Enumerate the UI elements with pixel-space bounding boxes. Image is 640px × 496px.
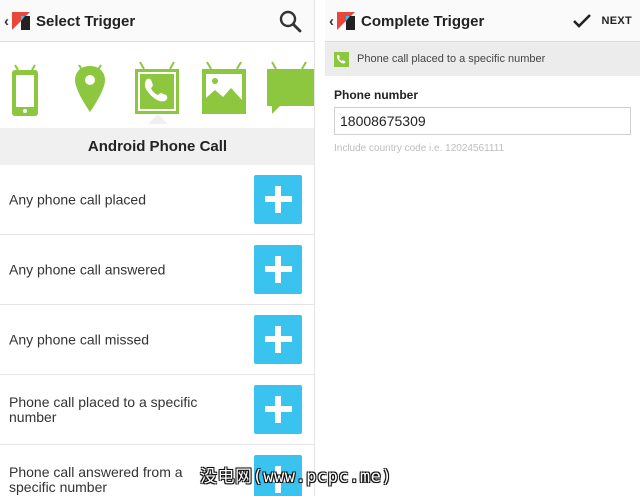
trigger-label: Phone call placed to a specific number bbox=[9, 393, 198, 425]
phone-device-icon[interactable] bbox=[10, 60, 40, 116]
trigger-label: Any phone call placed bbox=[9, 191, 146, 207]
back-chevron-icon: ‹ bbox=[329, 12, 334, 30]
trigger-row[interactable]: Any phone call placed bbox=[0, 165, 314, 235]
page-title: Complete Trigger bbox=[361, 12, 485, 30]
phone-number-input[interactable] bbox=[334, 107, 631, 135]
back-button[interactable]: ‹ Complete Trigger bbox=[329, 0, 484, 42]
channel-title: Android Phone Call bbox=[87, 138, 228, 155]
complete-trigger-panel: ‹ Complete Trigger NEXT Phone call place… bbox=[325, 0, 640, 496]
back-button[interactable]: ‹ Select Trigger bbox=[4, 0, 135, 42]
app-logo-icon bbox=[337, 12, 355, 30]
trigger-row[interactable]: Phone call placed to a specific number bbox=[0, 375, 314, 445]
next-button[interactable]: NEXT bbox=[573, 0, 632, 42]
phone-call-icon[interactable] bbox=[134, 60, 180, 116]
add-trigger-button[interactable] bbox=[254, 175, 302, 224]
selected-trigger-label: Phone call placed to a specific number bbox=[357, 53, 546, 65]
select-trigger-panel: ‹ Select Trigger Android Phone Call Any … bbox=[0, 0, 315, 496]
location-pin-icon[interactable] bbox=[73, 60, 107, 116]
photo-icon[interactable] bbox=[201, 60, 247, 116]
add-trigger-button[interactable] bbox=[254, 245, 302, 294]
search-icon[interactable] bbox=[278, 9, 302, 33]
panel-gutter bbox=[315, 0, 325, 496]
trigger-list: Any phone call placed Any phone call ans… bbox=[0, 165, 314, 496]
selected-channel-pointer bbox=[148, 114, 168, 124]
add-trigger-button[interactable] bbox=[254, 315, 302, 364]
trigger-label: Any phone call missed bbox=[9, 331, 150, 347]
trigger-row[interactable]: Any phone call missed bbox=[0, 305, 314, 375]
trigger-label: Phone call answered from a specific numb… bbox=[9, 463, 183, 495]
selected-trigger-bar: Phone call placed to a specific number bbox=[325, 42, 640, 76]
phone-call-icon bbox=[334, 51, 349, 67]
sms-icon[interactable] bbox=[266, 60, 315, 116]
add-trigger-button[interactable] bbox=[254, 385, 302, 434]
trigger-row[interactable]: Any phone call answered bbox=[0, 235, 314, 305]
plus-icon-bar bbox=[265, 336, 292, 342]
top-bar: ‹ Complete Trigger NEXT bbox=[325, 0, 640, 42]
next-label: NEXT bbox=[601, 15, 632, 27]
top-bar: ‹ Select Trigger bbox=[0, 0, 314, 42]
phone-number-label: Phone number bbox=[334, 88, 419, 102]
channel-section-header: Android Phone Call bbox=[0, 128, 314, 165]
phone-number-hint: Include country code i.e. 12024561111 bbox=[334, 143, 505, 154]
plus-icon-bar bbox=[265, 196, 292, 202]
page-title: Select Trigger bbox=[36, 12, 136, 30]
plus-icon-bar bbox=[265, 266, 292, 272]
app-logo-icon bbox=[12, 12, 30, 30]
plus-icon-bar bbox=[265, 406, 292, 412]
checkmark-icon bbox=[573, 14, 592, 28]
trigger-label: Any phone call answered bbox=[9, 261, 166, 277]
watermark-text: 没电网(www.pcpc.me) bbox=[200, 467, 393, 487]
back-chevron-icon: ‹ bbox=[4, 12, 9, 30]
